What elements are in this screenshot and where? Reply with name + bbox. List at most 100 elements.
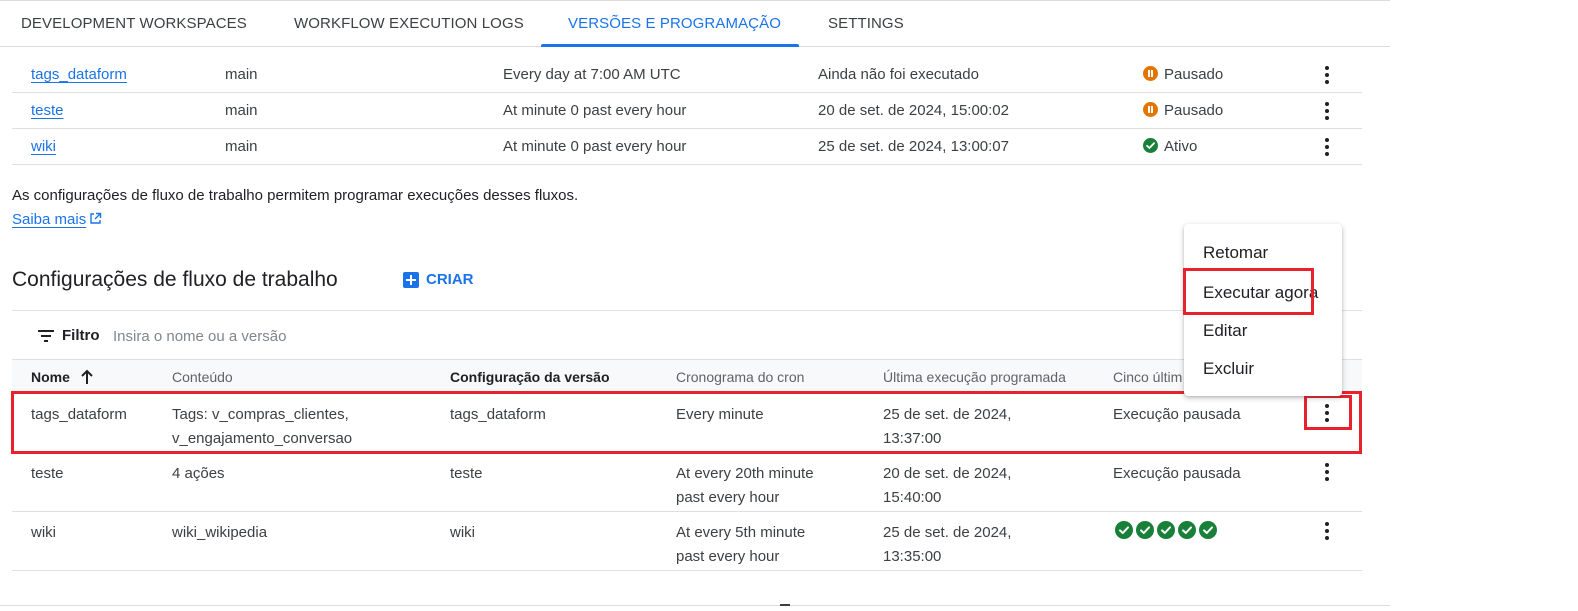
release-schedule: At minute 0 past every hour bbox=[503, 138, 687, 155]
release-branch: main bbox=[225, 102, 258, 119]
paused-icon bbox=[1143, 102, 1158, 117]
release-row: tags_dataform main Every day at 7:00 AM … bbox=[12, 57, 1362, 93]
column-header-ultima-execucao[interactable]: Última execução programada bbox=[883, 369, 1066, 385]
releases-panel: DEVELOPMENT WORKSPACES WORKFLOW EXECUTIO… bbox=[0, 0, 1390, 611]
active-tab-indicator bbox=[541, 44, 799, 47]
last-run-line: 25 de set. de 2024, bbox=[883, 406, 1012, 423]
content-line: Tags: v_compras_clientes, bbox=[172, 406, 349, 423]
release-last-run: 25 de set. de 2024, 13:00:07 bbox=[818, 138, 1009, 155]
release-status-label: Ativo bbox=[1164, 138, 1198, 155]
tab-bar: DEVELOPMENT WORKSPACES WORKFLOW EXECUTIO… bbox=[0, 0, 1390, 47]
workflow-name: tags_dataform bbox=[31, 406, 127, 423]
cron-line: past every hour bbox=[676, 548, 780, 565]
arrow-up-icon bbox=[80, 369, 94, 388]
recent-runs-status bbox=[1115, 521, 1217, 539]
release-status: Pausado bbox=[1143, 66, 1223, 83]
column-header-nome[interactable]: Nome bbox=[31, 369, 94, 388]
table-row: wiki wiki_wikipedia wiki At every 5th mi… bbox=[12, 512, 1362, 571]
menu-item-excluir[interactable]: Excluir bbox=[1203, 359, 1254, 379]
workflow-cron: At every 5th minute past every hour bbox=[676, 521, 805, 569]
workflow-release: wiki bbox=[450, 524, 475, 541]
workflow-recent-runs: Execução pausada bbox=[1113, 465, 1241, 482]
release-branch: main bbox=[225, 66, 258, 83]
workflow-cron: At every 20th minute past every hour bbox=[676, 462, 814, 510]
content-line: v_engajamento_conversao bbox=[172, 430, 353, 447]
table-row: teste 4 ações teste At every 20th minute… bbox=[12, 453, 1362, 512]
tab-development-workspaces[interactable]: DEVELOPMENT WORKSPACES bbox=[21, 1, 247, 47]
external-link-icon bbox=[89, 212, 102, 229]
paused-icon bbox=[1143, 66, 1158, 81]
release-row: wiki main At minute 0 past every hour 25… bbox=[12, 129, 1362, 165]
last-run-line: 20 de set. de 2024, bbox=[883, 465, 1012, 482]
workflow-last-run: 20 de set. de 2024, 15:40:00 bbox=[883, 462, 1011, 510]
cron-line: At every 5th minute bbox=[676, 524, 806, 541]
check-circle-icon bbox=[1115, 521, 1133, 539]
workflow-cron: Every minute bbox=[676, 403, 764, 427]
check-circle-icon bbox=[1199, 521, 1217, 539]
menu-item-executar-agora[interactable]: Executar agora bbox=[1203, 283, 1318, 303]
tab-workflow-execution-logs[interactable]: WORKFLOW EXECUTION LOGS bbox=[294, 1, 524, 47]
workflow-content: Tags: v_compras_clientes, v_engajamento_c… bbox=[172, 403, 352, 451]
workflow-content: wiki_wikipedia bbox=[172, 524, 268, 541]
release-status: Pausado bbox=[1143, 102, 1223, 119]
check-circle-icon bbox=[1143, 138, 1158, 153]
last-run-line: 13:37:00 bbox=[883, 430, 942, 447]
more-actions-icon[interactable] bbox=[1315, 63, 1339, 87]
row-actions-menu: Retomar Executar agora Editar Excluir bbox=[1184, 224, 1342, 396]
create-button-label: CRIAR bbox=[426, 271, 474, 288]
tab-versoes-programacao[interactable]: VERSÕES E PROGRAMAÇÃO bbox=[568, 1, 781, 47]
more-actions-icon[interactable] bbox=[1315, 519, 1339, 543]
learn-more-label[interactable]: Saiba mais bbox=[12, 211, 86, 228]
last-run-line: 15:40:00 bbox=[883, 489, 942, 506]
release-last-run: Ainda não foi executado bbox=[818, 66, 979, 83]
release-schedule: Every day at 7:00 AM UTC bbox=[503, 66, 681, 83]
filter-input[interactable] bbox=[113, 323, 813, 349]
learn-more-link[interactable]: Saiba mais bbox=[12, 211, 102, 229]
workflow-name: teste bbox=[31, 465, 64, 482]
release-schedule: At minute 0 past every hour bbox=[503, 102, 687, 119]
release-row: teste main At minute 0 past every hour 2… bbox=[12, 93, 1362, 129]
more-actions-icon[interactable] bbox=[1315, 401, 1339, 425]
workflow-release: teste bbox=[450, 465, 483, 482]
check-circle-icon bbox=[1136, 521, 1154, 539]
release-last-run: 20 de set. de 2024, 15:00:02 bbox=[818, 102, 1009, 119]
workflow-content: 4 ações bbox=[172, 465, 225, 482]
filter-label: Filtro bbox=[62, 327, 100, 344]
workflow-last-run: 25 de set. de 2024, 13:37:00 bbox=[883, 403, 1011, 451]
menu-item-editar[interactable]: Editar bbox=[1203, 321, 1247, 341]
column-header-cinco-ultimas[interactable]: Cinco últim bbox=[1113, 369, 1182, 385]
more-actions-icon[interactable] bbox=[1315, 99, 1339, 123]
release-name-link[interactable]: wiki bbox=[31, 138, 56, 155]
table-header: Nome Conteúdo Configuração da versão Cro… bbox=[12, 360, 1362, 394]
workflow-config-info: As configurações de fluxo de trabalho pe… bbox=[12, 187, 579, 204]
workflow-recent-runs: Execução pausada bbox=[1113, 406, 1241, 423]
workflow-release: tags_dataform bbox=[450, 406, 546, 423]
cron-line: Every minute bbox=[676, 406, 764, 423]
release-status: Ativo bbox=[1143, 138, 1197, 155]
menu-item-retomar[interactable]: Retomar bbox=[1203, 243, 1268, 263]
cron-line: past every hour bbox=[676, 489, 780, 506]
column-header-cron[interactable]: Cronograma do cron bbox=[676, 369, 804, 385]
release-status-label: Pausado bbox=[1164, 102, 1224, 119]
filter-bar: Filtro bbox=[12, 310, 1362, 360]
create-button[interactable]: CRIAR bbox=[403, 271, 474, 288]
tab-settings[interactable]: SETTINGS bbox=[828, 1, 904, 47]
filter-icon[interactable] bbox=[38, 329, 56, 343]
more-actions-icon[interactable] bbox=[1315, 460, 1339, 484]
release-name-link[interactable]: tags_dataform bbox=[31, 66, 127, 83]
column-header-conteudo[interactable]: Conteúdo bbox=[172, 369, 233, 385]
workflow-recent-runs bbox=[1115, 521, 1217, 539]
last-run-line: 25 de set. de 2024, bbox=[883, 524, 1012, 541]
more-actions-icon[interactable] bbox=[1315, 135, 1339, 159]
column-header-label: Nome bbox=[31, 369, 70, 385]
bottom-divider bbox=[0, 605, 1390, 606]
release-branch: main bbox=[225, 138, 258, 155]
column-header-configuracao[interactable]: Configuração da versão bbox=[450, 369, 610, 385]
cron-line: At every 20th minute bbox=[676, 465, 814, 482]
workflow-last-run: 25 de set. de 2024, 13:35:00 bbox=[883, 521, 1011, 569]
add-box-icon bbox=[403, 271, 419, 288]
check-circle-icon bbox=[1157, 521, 1175, 539]
release-name-link[interactable]: teste bbox=[31, 102, 64, 119]
scroll-indicator bbox=[780, 604, 790, 606]
table-row: tags_dataform Tags: v_compras_clientes,v… bbox=[12, 394, 1362, 453]
